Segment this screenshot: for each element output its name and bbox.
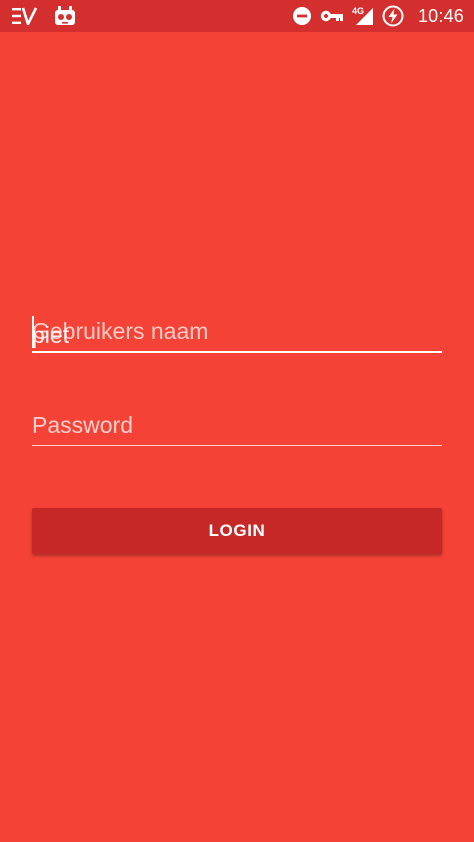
ev-notification-icon <box>12 7 38 25</box>
password-field[interactable]: Password <box>32 408 442 450</box>
password-underline <box>32 445 442 446</box>
signal-4g-icon: 4G <box>352 6 374 26</box>
network-type-label: 4G <box>352 6 364 16</box>
do-not-disturb-icon <box>292 6 312 26</box>
username-placeholder: Gebruikers naam <box>32 318 209 344</box>
system-icons: 4G 10:46 <box>292 4 464 28</box>
username-underline <box>32 351 442 353</box>
notification-icons <box>12 4 76 28</box>
vpn-key-icon <box>320 9 344 23</box>
clock-time: 10:46 <box>417 5 464 26</box>
password-placeholder: Password <box>32 412 133 438</box>
login-button[interactable]: LOGIN <box>32 508 442 554</box>
text-cursor <box>32 316 34 348</box>
status-bar: 4G 10:46 <box>0 0 474 32</box>
robot-app-icon <box>54 6 76 26</box>
username-field[interactable]: piet Gebruikers naam <box>32 312 442 356</box>
battery-charging-icon <box>382 5 404 27</box>
